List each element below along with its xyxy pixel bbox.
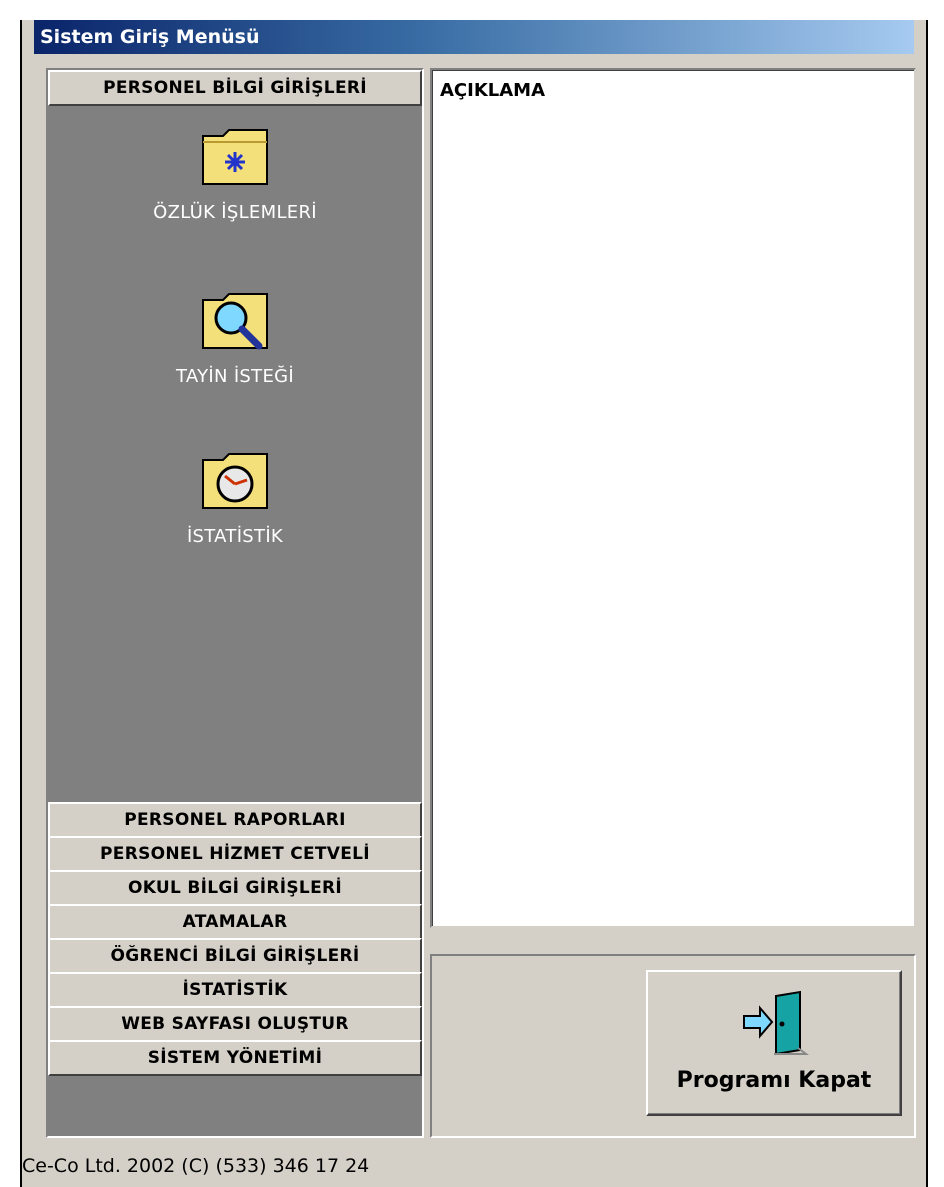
- action-panel: Programı Kapat: [430, 954, 916, 1138]
- menu-item-tayin-istegi[interactable]: TAYİN İSTEĞİ: [48, 290, 422, 387]
- menu-item-label: TAYİN İSTEĞİ: [176, 366, 294, 387]
- menu-header-web-sayfasi-olustur[interactable]: WEB SAYFASI OLUŞTUR: [48, 1006, 422, 1042]
- navigation-menu: PERSONEL BİLGİ GİRİŞLERİ ÖZLÜK İŞLEMLERİ…: [46, 68, 424, 1138]
- window-title: Sistem Giriş Menüsü: [34, 20, 914, 54]
- folder-clock-icon: [202, 453, 268, 509]
- menu-header-ogrenci-bilgi-girisleri[interactable]: ÖĞRENCİ BİLGİ GİRİŞLERİ: [48, 938, 422, 974]
- menu-header-okul-bilgi-girisleri[interactable]: OKUL BİLGİ GİRİŞLERİ: [48, 870, 422, 906]
- description-title: AÇIKLAMA: [440, 80, 546, 101]
- folder-magnifier-icon: [202, 293, 268, 350]
- status-bar: Ce-Co Ltd. 2002 (C) (533) 346 17 24: [22, 1155, 370, 1177]
- menu-item-label: ÖZLÜK İŞLEMLERİ: [153, 202, 317, 223]
- close-program-button[interactable]: Programı Kapat: [646, 970, 902, 1116]
- menu-header-personel-raporlari[interactable]: PERSONEL RAPORLARI: [48, 802, 422, 838]
- folder-star-icon: [202, 129, 268, 185]
- exit-door-icon: [743, 990, 809, 1056]
- menu-header-istatistik[interactable]: İSTATİSTİK: [48, 972, 422, 1008]
- menu-item-istatistik[interactable]: İSTATİSTİK: [48, 450, 422, 547]
- menu-header-personel-bilgi-girisleri[interactable]: PERSONEL BİLGİ GİRİŞLERİ: [48, 70, 422, 106]
- close-program-label: Programı Kapat: [676, 1068, 872, 1093]
- menu-header-personel-hizmet-cetveli[interactable]: PERSONEL HİZMET CETVELİ: [48, 836, 422, 872]
- menu-item-label: İSTATİSTİK: [186, 526, 284, 547]
- menu-header-atamalar[interactable]: ATAMALAR: [48, 904, 422, 940]
- menu-item-ozluk-islemleri[interactable]: ÖZLÜK İŞLEMLERİ: [48, 126, 422, 223]
- description-panel: AÇIKLAMA: [430, 68, 916, 928]
- menu-header-sistem-yonetimi[interactable]: SİSTEM YÖNETİMİ: [48, 1040, 422, 1076]
- main-window: Sistem Giriş Menüsü PERSONEL BİLGİ GİRİŞ…: [20, 20, 928, 1187]
